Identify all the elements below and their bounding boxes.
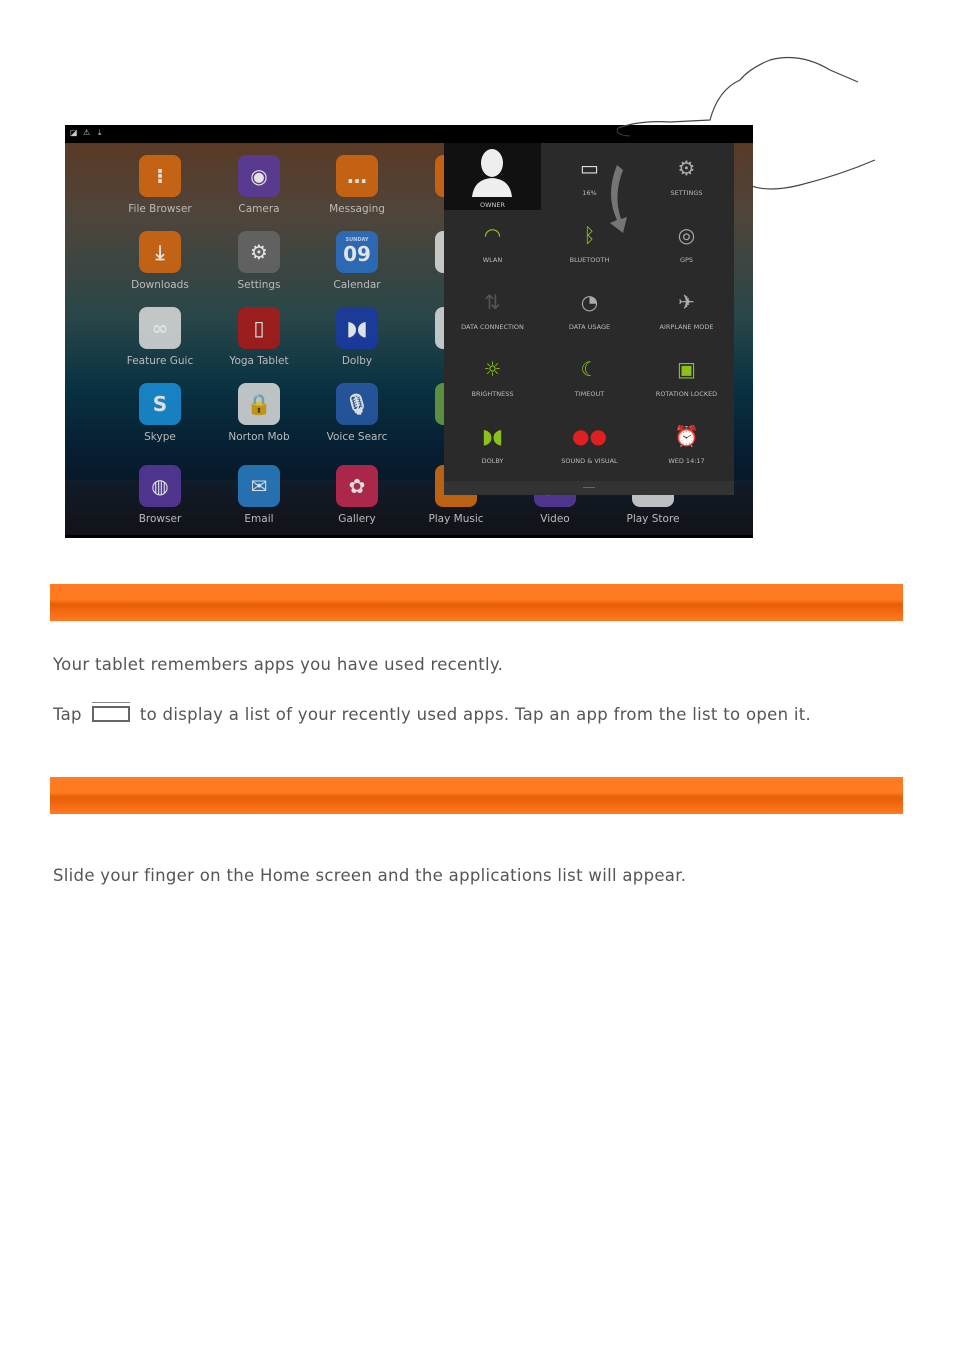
app-list-instruction: Slide your finger on the Home screen and… xyxy=(53,866,687,885)
section-header-bar xyxy=(50,584,903,621)
section-header-bar xyxy=(50,777,903,814)
tap-prefix: Tap xyxy=(53,705,82,724)
swipe-arrow-icon xyxy=(610,165,627,233)
recent-apps-instruction: Tap to display a list of your recently us… xyxy=(53,701,812,724)
manual-page: ◪ ⚠ ⤓ •●• ⁝File Browser◉Camera…Messaging… xyxy=(0,0,954,1351)
tablet-screenshot: ◪ ⚠ ⤓ •●• ⁝File Browser◉Camera…Messaging… xyxy=(65,125,753,538)
recent-apps-intro: Your tablet remembers apps you have used… xyxy=(53,655,504,674)
tap-suffix: to display a list of your recently used … xyxy=(139,705,812,724)
recent-apps-icon xyxy=(91,701,130,722)
